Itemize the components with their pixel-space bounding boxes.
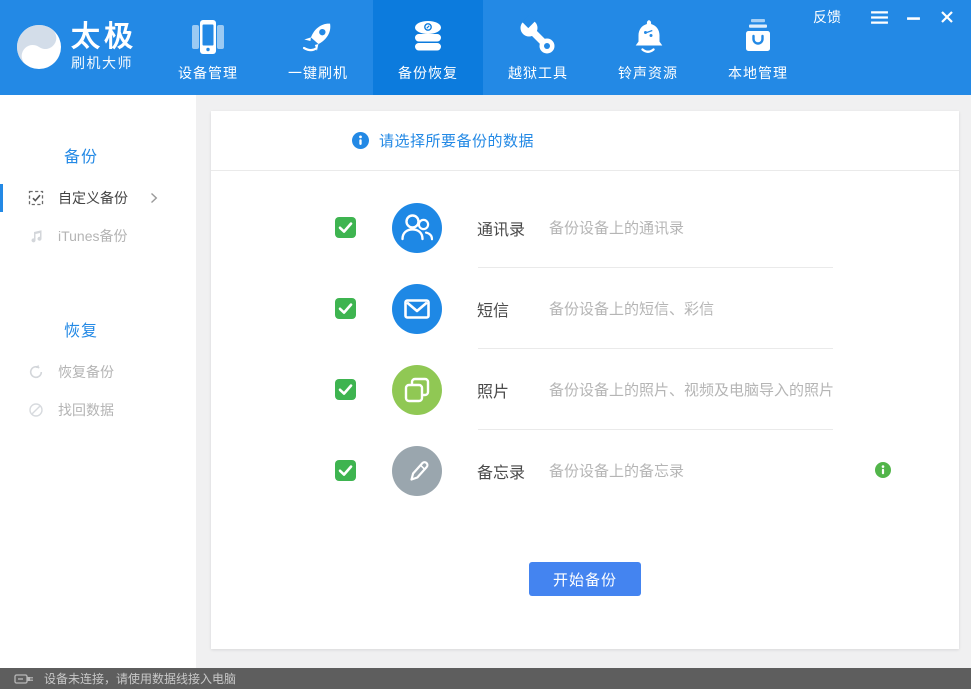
sms-checkbox[interactable] [335, 298, 356, 319]
notes-checkbox[interactable] [335, 460, 356, 481]
body: 备份 自定义备份 [0, 95, 971, 668]
nav-tab-label: 铃声资源 [618, 63, 678, 83]
database-icon [406, 15, 450, 59]
music-note-icon [28, 228, 44, 244]
check-icon [335, 460, 356, 481]
contacts-checkbox[interactable] [335, 217, 356, 238]
box-icon [736, 15, 780, 59]
content-region: 请选择所要备份的数据 [196, 95, 971, 668]
nav-tab-local-management[interactable]: 本地管理 [703, 0, 813, 95]
feedback-link[interactable]: 反馈 [813, 7, 841, 27]
sidebar-section-backup: 备份 自定义备份 [0, 143, 196, 255]
refresh-icon [28, 364, 44, 380]
close-icon [940, 10, 954, 24]
sidebar-item-restore-backup[interactable]: 恢复备份 [0, 353, 196, 391]
row-description: 备份设备上的短信、彩信 [549, 298, 714, 319]
sidebar-item-label: 自定义备份 [58, 188, 128, 208]
wrench-icon [516, 15, 560, 59]
status-text: 设备未连接，请使用数据线接入电脑 [44, 670, 236, 687]
minimize-icon [906, 10, 921, 25]
recover-icon [28, 402, 44, 418]
backup-panel: 请选择所要备份的数据 [211, 111, 959, 649]
usb-cable-icon [14, 673, 34, 685]
logo-text: 太极 刷机大师 [71, 21, 137, 73]
nav-tab-label: 设备管理 [178, 63, 238, 83]
titlebar: 太极 刷机大师 设备管理 [0, 0, 971, 95]
nav-tab-backup-restore[interactable]: 备份恢复 [373, 0, 483, 95]
sidebar-item-custom-backup[interactable]: 自定义备份 [0, 179, 196, 217]
window-controls: 反馈 [813, 0, 971, 26]
sidebar-header-restore: 恢复 [64, 317, 196, 341]
row-label: 通讯录 [477, 216, 549, 240]
app-window: 太极 刷机大师 设备管理 [0, 0, 971, 689]
nav-tab-one-click-flash[interactable]: 一键刷机 [263, 0, 373, 95]
logo-title: 太极 [71, 21, 137, 53]
photos-icon [392, 365, 442, 415]
contacts-icon [392, 203, 442, 253]
hamburger-icon [870, 10, 889, 25]
nav-tab-device-management[interactable]: 设备管理 [153, 0, 263, 95]
statusbar: 设备未连接，请使用数据线接入电脑 [0, 668, 971, 689]
backup-row-sms: 短信 备份设备上的短信、彩信 [211, 268, 959, 349]
row-label: 照片 [477, 378, 549, 402]
bell-icon [626, 15, 670, 59]
sidebar-item-label: 找回数据 [58, 400, 114, 420]
app-logo: 太极 刷机大师 [15, 21, 137, 73]
sidebar-section-restore: 恢复 恢复备份 [0, 317, 196, 429]
nav-tab-label: 备份恢复 [398, 63, 458, 83]
notes-icon [392, 446, 442, 496]
backup-options-list: 通讯录 备份设备上的通讯录 [211, 171, 959, 511]
backup-row-notes: 备忘录 备份设备上的备忘录 [211, 430, 959, 511]
sidebar-header-backup: 备份 [64, 143, 196, 167]
backup-row-contacts: 通讯录 备份设备上的通讯录 [211, 187, 959, 268]
row-label: 短信 [477, 297, 549, 321]
nav-tab-label: 本地管理 [728, 63, 788, 83]
check-icon [335, 217, 356, 238]
row-description: 备份设备上的备忘录 [549, 460, 684, 481]
row-description: 备份设备上的通讯录 [549, 217, 684, 238]
menu-button[interactable] [869, 9, 889, 25]
taiji-logo-icon [15, 23, 63, 71]
sidebar: 备份 自定义备份 [0, 95, 196, 668]
nav-tab-label: 一键刷机 [288, 63, 348, 83]
row-label: 备忘录 [477, 459, 549, 483]
row-description: 备份设备上的照片、视频及电脑导入的照片 [549, 379, 834, 400]
custom-backup-icon [28, 190, 44, 206]
nav-tab-label: 越狱工具 [508, 63, 568, 83]
phone-icon [186, 15, 230, 59]
check-icon [335, 298, 356, 319]
sidebar-item-label: 恢复备份 [58, 362, 114, 382]
sidebar-item-itunes-backup[interactable]: iTunes备份 [0, 217, 196, 255]
info-icon [352, 132, 369, 149]
start-backup-button[interactable]: 开始备份 [529, 562, 641, 596]
close-button[interactable] [937, 9, 957, 25]
panel-header: 请选择所要备份的数据 [211, 111, 959, 171]
backup-row-photos: 照片 备份设备上的照片、视频及电脑导入的照片 [211, 349, 959, 430]
chevron-right-icon [150, 192, 158, 204]
sidebar-item-label: iTunes备份 [58, 226, 128, 246]
sms-icon [392, 284, 442, 334]
backup-prompt: 请选择所要备份的数据 [379, 130, 534, 151]
sidebar-item-recover-data[interactable]: 找回数据 [0, 391, 196, 429]
nav-tab-jailbreak-tools[interactable]: 越狱工具 [483, 0, 593, 95]
logo-subtitle: 刷机大师 [71, 53, 137, 73]
main-nav: 设备管理 一键刷机 [153, 0, 813, 95]
photos-checkbox[interactable] [335, 379, 356, 400]
check-icon [335, 379, 356, 400]
rocket-icon [296, 15, 340, 59]
notes-info-icon[interactable] [875, 462, 891, 478]
nav-tab-ringtone-resources[interactable]: 铃声资源 [593, 0, 703, 95]
button-area: 开始备份 [211, 562, 959, 596]
minimize-button[interactable] [903, 9, 923, 25]
